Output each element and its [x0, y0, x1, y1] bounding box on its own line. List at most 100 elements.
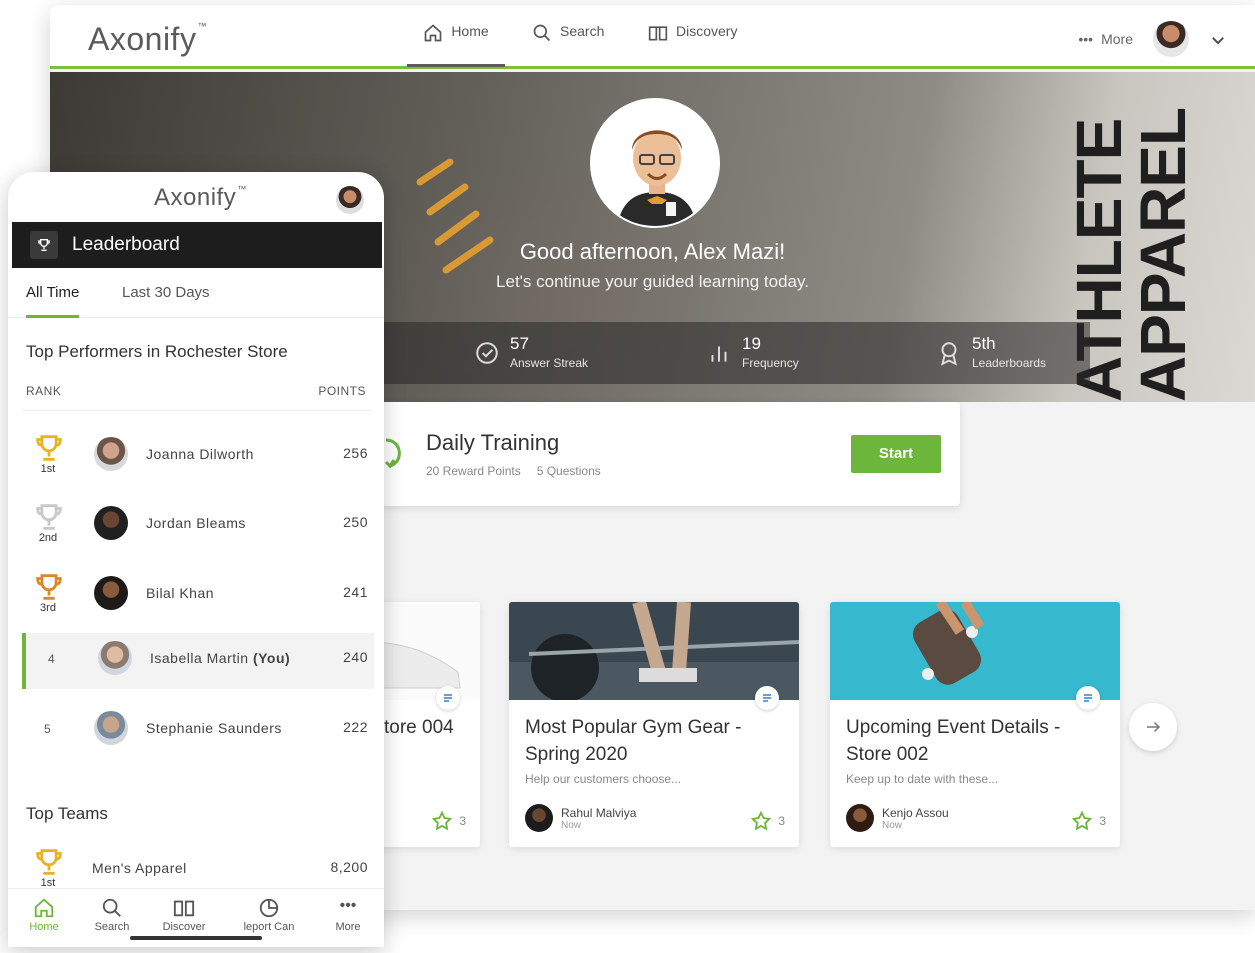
card-description: Keep up to date with these... — [846, 772, 999, 786]
more-dots-icon: ••• — [339, 897, 357, 914]
bottom-nav-search[interactable]: Search — [76, 897, 148, 933]
gold-trophy-icon — [36, 849, 62, 875]
top-teams-title: Top Teams — [26, 804, 108, 823]
start-button[interactable]: Start — [851, 435, 941, 473]
bottom-nav-discover[interactable]: Discover — [148, 897, 220, 933]
player-avatar — [94, 437, 128, 471]
document-icon — [1076, 686, 1100, 710]
stat-label: Frequency — [742, 356, 799, 370]
rank-label: 2nd — [38, 532, 58, 544]
document-icon — [436, 686, 460, 710]
user-avatar[interactable] — [1153, 21, 1189, 57]
leaderboard-row[interactable]: 3rd Bilal Khan 241 — [22, 568, 374, 624]
stat-frequency[interactable]: 19 Frequency — [706, 334, 799, 370]
favorite-count-value: 3 — [1099, 814, 1106, 828]
more-label: More — [1101, 31, 1133, 47]
refresh-icon — [384, 438, 401, 469]
player-name: Isabella Martin (You) — [150, 650, 291, 666]
more-menu-button[interactable]: ••• More — [1078, 31, 1133, 47]
gold-trophy-icon — [36, 435, 62, 461]
author-time: Now — [882, 819, 903, 831]
cartoon-avatar-icon — [592, 100, 718, 226]
rank-badge: 1st — [32, 845, 64, 889]
user-avatar[interactable] — [336, 186, 364, 214]
stats-bar: 57 Answer Streak 19 Frequency 5th Leaderboa… — [380, 322, 1090, 384]
more-dots-icon: ••• — [1078, 31, 1094, 47]
silver-trophy-icon — [36, 504, 62, 530]
leaderboard-row[interactable]: 5 Stephanie Saunders 222 — [22, 703, 374, 759]
favorite-count[interactable]: 3 — [431, 810, 466, 832]
content-card[interactable]: Most Popular Gym Gear - Spring 2020 Help… — [509, 602, 799, 847]
stat-leaderboards[interactable]: 5th Leaderboards — [936, 334, 1046, 370]
daily-training-card: Daily Training 20 Reward Points 5 Questi… — [380, 402, 960, 506]
bottom-nav-home[interactable]: Home — [8, 897, 80, 933]
rank-label: 1st — [40, 463, 56, 475]
carousel-next-button[interactable] — [1129, 703, 1177, 751]
leaderboard-tabs: All Time Last 30 Days — [8, 268, 384, 318]
card-title: Most Popular Gym Gear - Spring 2020 — [525, 717, 742, 765]
player-name: Joanna Dilworth — [146, 446, 254, 462]
stat-value: 19 — [742, 334, 761, 353]
player-points: 240 — [343, 649, 368, 665]
home-indicator — [130, 936, 262, 940]
player-points: 241 — [343, 584, 368, 600]
player-points: 256 — [343, 445, 368, 461]
rank-label: 5 — [44, 722, 51, 736]
nav-discovery[interactable]: Discovery — [648, 23, 737, 67]
document-icon — [755, 686, 779, 710]
reward-points: 20 Reward Points — [426, 464, 521, 478]
points-column-header: POINTS — [318, 384, 366, 398]
rank-badge: 2nd — [32, 500, 64, 544]
divider — [22, 410, 372, 411]
player-avatar — [94, 506, 128, 540]
top-navigation-bar: Axonify™ Home Search Discovery ••• More — [50, 5, 1255, 69]
player-points: 222 — [343, 719, 368, 735]
gym-barbell-thumbnail — [509, 602, 799, 700]
player-name: Stephanie Saunders — [146, 720, 282, 736]
tab-all-time[interactable]: All Time — [26, 284, 80, 318]
leaderboard-title: Leaderboard — [72, 234, 180, 255]
search-icon — [102, 898, 121, 917]
team-points: 8,200 — [330, 859, 368, 875]
star-icon — [1072, 810, 1093, 831]
stat-answer-streak[interactable]: 57 Answer Streak — [474, 334, 588, 370]
content-card[interactable]: Upcoming Event Details - Store 002 Keep … — [830, 602, 1120, 847]
card-title: tore 004 — [384, 717, 454, 738]
favorite-count[interactable]: 3 — [1071, 810, 1106, 832]
mobile-phone: Axonify™ Leaderboard All Time Last 30 Da… — [8, 172, 384, 947]
training-title: Daily Training — [426, 430, 560, 455]
trophy-icon — [30, 231, 58, 259]
stat-value: 57 — [510, 334, 529, 353]
player-name: Bilal Khan — [146, 585, 215, 601]
rank-label: 4 — [48, 652, 55, 666]
stat-value: 5th — [972, 334, 996, 353]
axonify-logo[interactable]: Axonify™ — [88, 21, 207, 58]
home-icon — [424, 24, 442, 42]
book-icon — [648, 26, 668, 41]
leaderboard-header: Leaderboard — [12, 222, 382, 268]
nav-search[interactable]: Search — [532, 23, 604, 67]
training-meta: 20 Reward Points 5 Questions — [426, 464, 601, 478]
star-icon — [432, 810, 453, 831]
axonify-logo[interactable]: Axonify™ — [154, 184, 247, 212]
check-circle-icon — [476, 342, 498, 364]
tab-last-30-days[interactable]: Last 30 Days — [122, 284, 210, 315]
favorite-count[interactable]: 3 — [750, 810, 785, 832]
author-time: Now — [561, 819, 582, 831]
leaderboard-row[interactable]: 2nd Jordan Bleams 250 — [22, 498, 374, 554]
chevron-down-icon[interactable] — [1209, 31, 1227, 49]
arrow-right-icon — [1147, 721, 1161, 733]
author-name: Kenjo Assou — [882, 805, 949, 820]
bottom-nav-report-card[interactable]: leport Can — [233, 897, 305, 933]
player-points: 250 — [343, 514, 368, 530]
stat-label: Answer Streak — [510, 356, 589, 370]
leaderboard-row[interactable]: 1st Joanna Dilworth 256 — [22, 429, 374, 485]
bottom-nav-more[interactable]: ••• More — [312, 897, 384, 933]
leaderboard-row-current-user[interactable]: 4 Isabella Martin (You) 240 — [22, 633, 374, 689]
player-avatar — [94, 576, 128, 610]
player-avatar — [98, 641, 132, 675]
star-icon — [751, 810, 772, 831]
favorite-count-value: 3 — [459, 814, 466, 828]
nav-home[interactable]: Home — [407, 23, 505, 67]
nav-discovery-label: Discovery — [676, 23, 738, 39]
